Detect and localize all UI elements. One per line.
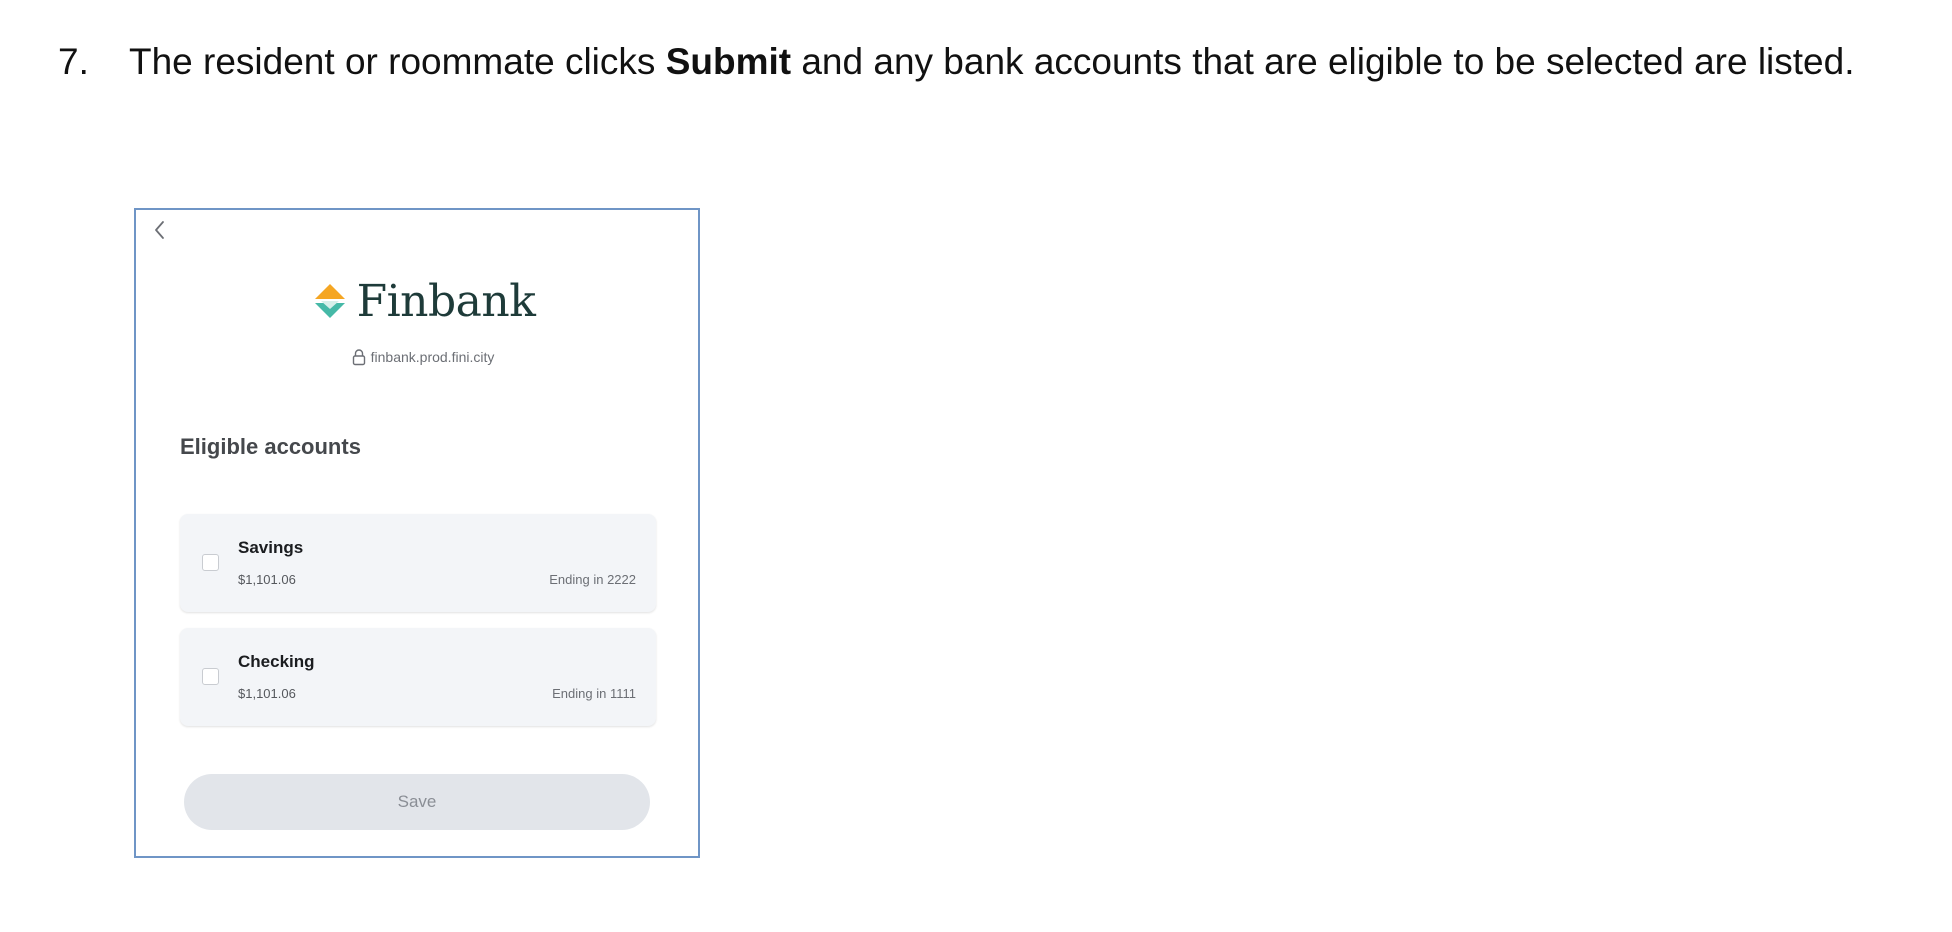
bank-url: finbank.prod.fini.city <box>136 348 698 366</box>
account-name: Savings <box>238 538 304 557</box>
step-text-after: and any bank accounts that are eligible … <box>791 41 1855 82</box>
account-card-checking[interactable]: Checking $1,101.06 Ending in 1111 <box>180 628 656 726</box>
finbank-diamond-icon <box>314 284 345 318</box>
bank-name: Finbank <box>356 275 536 327</box>
step-text: The resident or roommate clicks Submit a… <box>129 38 1919 86</box>
save-button[interactable]: Save <box>184 774 650 830</box>
bank-url-text: finbank.prod.fini.city <box>370 349 495 365</box>
lock-icon <box>352 349 365 366</box>
step-number: 7. <box>58 41 89 82</box>
step-emphasis: Submit <box>665 41 792 82</box>
section-title: Eligible accounts <box>180 434 361 459</box>
account-name: Checking <box>238 652 315 671</box>
account-ending: Ending in 1111 <box>552 686 636 701</box>
account-balance: $1,101.06 <box>238 572 296 587</box>
account-checkbox[interactable] <box>202 668 219 685</box>
back-button[interactable] <box>150 218 170 244</box>
account-checkbox[interactable] <box>202 554 219 571</box>
account-card-savings[interactable]: Savings $1,101.06 Ending in 2222 <box>180 514 656 612</box>
step-text-before: The resident or roommate clicks <box>129 41 666 82</box>
account-balance: $1,101.06 <box>238 686 296 701</box>
account-ending: Ending in 2222 <box>549 572 636 587</box>
bank-logo: Finbank <box>136 275 698 327</box>
chevron-left-icon <box>155 221 164 239</box>
finbank-screenshot: Finbank finbank.prod.fini.city Eligible … <box>134 208 700 858</box>
